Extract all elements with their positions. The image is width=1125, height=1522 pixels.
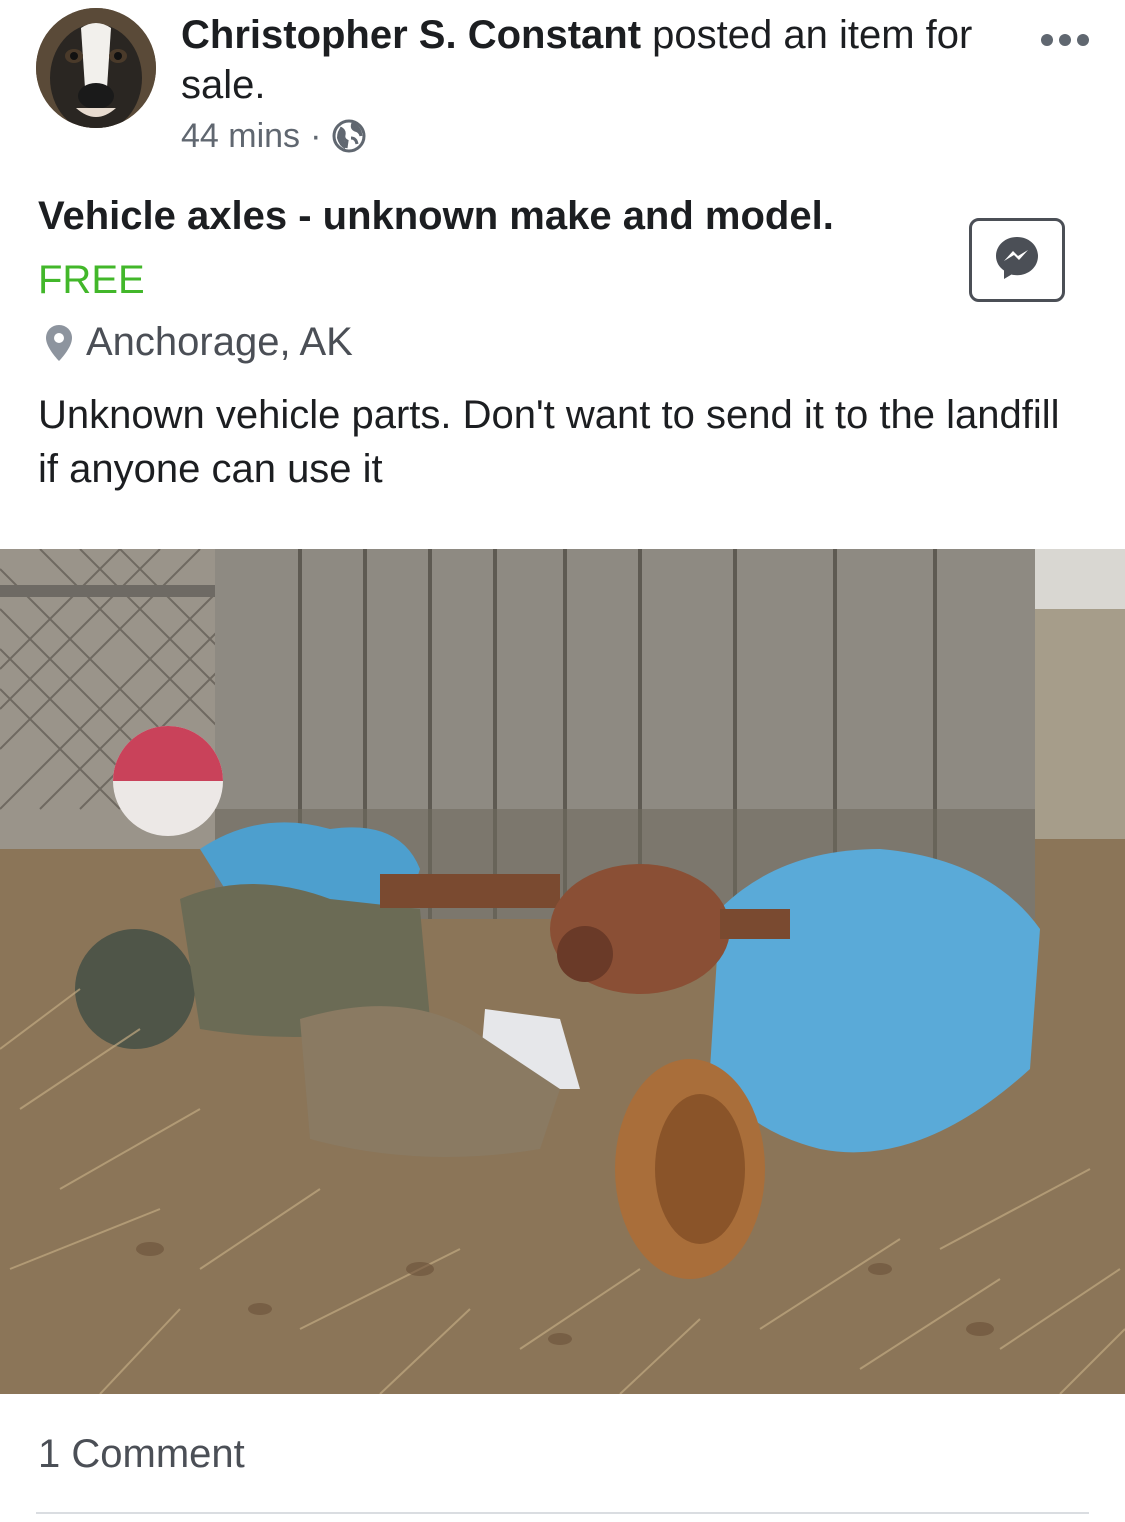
location-pin-icon [46, 324, 72, 361]
more-dot [1059, 34, 1071, 46]
meta-separator: · [310, 116, 322, 155]
listing-location[interactable]: Anchorage, AK [44, 320, 353, 365]
comments-count[interactable]: 1 Comment [38, 1432, 245, 1477]
message-seller-button[interactable] [969, 218, 1065, 302]
more-options-icon[interactable] [1029, 30, 1089, 50]
post-header: Christopher S. Constant posted an item f… [181, 10, 981, 110]
author-avatar[interactable] [36, 8, 156, 128]
more-dot [1077, 34, 1089, 46]
marketplace-post: Christopher S. Constant posted an item f… [0, 0, 1125, 1522]
post-meta: 44 mins · [181, 114, 367, 158]
listing-description: Unknown vehicle parts. Don't want to sen… [38, 393, 1060, 491]
location-text: Anchorage, AK [86, 320, 353, 364]
globe-icon [331, 118, 367, 154]
listing-price: FREE [38, 258, 145, 302]
more-dot [1041, 34, 1053, 46]
listing-title[interactable]: Vehicle axles - unknown make and model. [38, 194, 834, 239]
author-name[interactable]: Christopher S. Constant [181, 13, 641, 57]
messenger-icon [992, 233, 1042, 288]
listing-photo[interactable] [0, 549, 1125, 1394]
post-timestamp[interactable]: 44 mins [181, 117, 300, 156]
footer-divider [36, 1512, 1089, 1514]
